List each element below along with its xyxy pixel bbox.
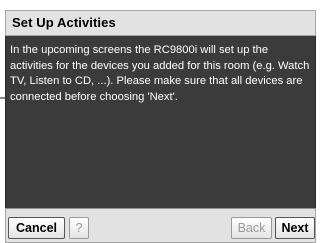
- instruction-text: In the upcoming screens the RC9800i will…: [10, 44, 310, 103]
- button-bar: Cancel ? Back Next: [5, 208, 316, 243]
- message-panel: In the upcoming screens the RC9800i will…: [5, 36, 316, 208]
- cancel-button[interactable]: Cancel: [8, 217, 65, 239]
- setup-screen: Set Up Activities In the upcoming screen…: [0, 0, 321, 243]
- help-button[interactable]: ?: [69, 217, 89, 239]
- next-button[interactable]: Next: [275, 217, 315, 239]
- back-button[interactable]: Back: [231, 217, 272, 239]
- title-bar: Set Up Activities: [5, 10, 316, 36]
- page-title: Set Up Activities: [12, 15, 116, 30]
